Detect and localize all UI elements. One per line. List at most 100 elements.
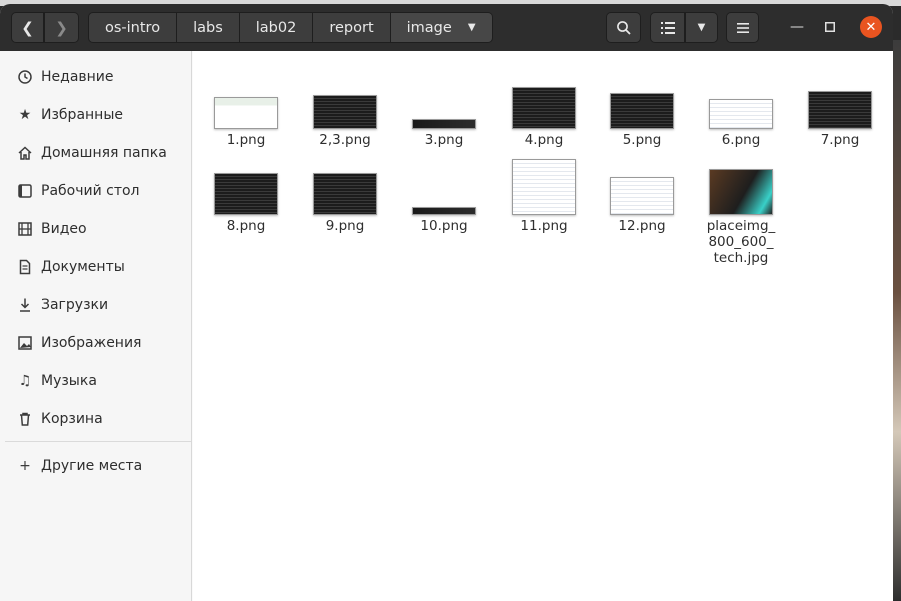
- file-name: 1.png: [226, 132, 266, 148]
- chevron-down-icon: ▼: [467, 22, 476, 33]
- image-thumbnail: [512, 159, 576, 215]
- sidebar-item-label: Рабочий стол: [41, 183, 140, 199]
- sidebar: Недавние ★ Избранные Домашняя папка Рабо…: [0, 51, 192, 601]
- crumb-label: os-intro: [105, 19, 161, 36]
- file-item[interactable]: placeimg_ 800_600_ tech.jpg: [695, 157, 787, 266]
- file-item[interactable]: 9.png: [299, 157, 391, 234]
- main-menu-button[interactable]: [726, 12, 759, 43]
- file-name: placeimg_ 800_600_ tech.jpg: [706, 218, 776, 266]
- chevron-right-icon: ❯: [55, 18, 68, 37]
- sidebar-item-label: Избранные: [41, 107, 123, 123]
- image-thumbnail: [313, 173, 377, 215]
- breadcrumb: os-intro labs lab02 report image ▼: [88, 12, 493, 43]
- sidebar-item-label: Домашняя папка: [41, 145, 167, 161]
- file-name: 10.png: [420, 218, 468, 234]
- image-thumbnail: [709, 169, 773, 215]
- crumb-image[interactable]: image ▼: [390, 12, 493, 43]
- sidebar-item-label: Музыка: [41, 373, 97, 389]
- document-icon: [17, 259, 33, 275]
- minimize-icon: —: [790, 19, 804, 35]
- sidebar-divider: [5, 441, 191, 442]
- file-item[interactable]: 12.png: [596, 157, 688, 234]
- sidebar-item-label: Корзина: [41, 411, 103, 427]
- close-button[interactable]: ✕: [860, 16, 882, 38]
- home-icon: [17, 145, 33, 161]
- file-item[interactable]: 5.png: [596, 71, 688, 148]
- sidebar-item-label: Видео: [41, 221, 87, 237]
- sidebar-item-label: Другие места: [41, 458, 143, 474]
- file-item[interactable]: 6.png: [695, 71, 787, 148]
- file-item[interactable]: 4.png: [498, 71, 590, 148]
- chevron-left-icon: ❮: [21, 18, 34, 37]
- image-thumbnail: [412, 207, 476, 215]
- file-item[interactable]: 7.png: [794, 71, 886, 148]
- sidebar-item-label: Загрузки: [41, 297, 109, 313]
- sidebar-item-label: Недавние: [41, 69, 114, 85]
- file-manager-window: ❮ ❯ os-intro labs lab02 report image ▼ ▼…: [0, 4, 893, 601]
- sidebar-item-other-locations[interactable]: + Другие места: [0, 449, 192, 483]
- crumb-label: labs: [193, 19, 223, 36]
- image-thumbnail: [610, 177, 674, 215]
- file-name: 6.png: [721, 132, 761, 148]
- sidebar-item-starred[interactable]: ★ Избранные: [0, 98, 192, 132]
- chevron-down-icon: ▼: [697, 22, 706, 33]
- sidebar-item-downloads[interactable]: Загрузки: [0, 288, 192, 322]
- sidebar-item-recent[interactable]: Недавние: [0, 60, 192, 94]
- image-thumbnail: [512, 87, 576, 129]
- list-view-icon: [660, 21, 675, 34]
- clock-icon: [17, 69, 33, 85]
- file-name: 4.png: [524, 132, 564, 148]
- sidebar-item-label: Документы: [41, 259, 125, 275]
- forward-button[interactable]: ❯: [44, 12, 79, 43]
- sidebar-item-documents[interactable]: Документы: [0, 250, 192, 284]
- view-options-button[interactable]: ▼: [685, 12, 718, 43]
- file-name: 11.png: [520, 218, 568, 234]
- sidebar-item-home[interactable]: Домашняя папка: [0, 136, 192, 170]
- image-thumbnail: [808, 91, 872, 129]
- crumb-label: lab02: [255, 19, 297, 36]
- close-icon: ✕: [865, 19, 877, 35]
- image-thumbnail: [412, 119, 476, 129]
- file-item[interactable]: 8.png: [200, 157, 292, 234]
- crumb-report[interactable]: report: [313, 12, 391, 43]
- sidebar-item-desktop[interactable]: Рабочий стол: [0, 174, 192, 208]
- file-name: 12.png: [618, 218, 666, 234]
- image-thumbnail: [313, 95, 377, 129]
- crumb-label: report: [329, 19, 374, 36]
- view-toggle-button[interactable]: [650, 12, 685, 43]
- music-icon: ♫: [18, 373, 32, 389]
- crumb-label: image: [406, 19, 452, 36]
- sidebar-item-label: Изображения: [41, 335, 142, 351]
- sidebar-item-trash[interactable]: Корзина: [0, 402, 192, 436]
- crumb-lab02[interactable]: lab02: [239, 12, 314, 43]
- file-item[interactable]: 2,3.png: [299, 71, 391, 148]
- sidebar-item-music[interactable]: ♫ Музыка: [0, 364, 192, 398]
- file-item[interactable]: 1.png: [200, 71, 292, 148]
- file-name: 8.png: [226, 218, 266, 234]
- image-thumbnail: [214, 173, 278, 215]
- download-icon: [17, 297, 33, 313]
- image-icon: [17, 335, 33, 351]
- maximize-button[interactable]: [819, 16, 841, 38]
- file-name: 7.png: [820, 132, 860, 148]
- image-thumbnail: [610, 93, 674, 129]
- back-button[interactable]: ❮: [11, 12, 44, 43]
- file-item[interactable]: 3.png: [398, 71, 490, 148]
- trash-icon: [17, 411, 33, 427]
- desktop-icon: [17, 183, 33, 199]
- crumb-labs[interactable]: labs: [177, 12, 240, 43]
- sidebar-item-pictures[interactable]: Изображения: [0, 326, 192, 360]
- hamburger-menu-icon: [736, 22, 749, 33]
- search-button[interactable]: [606, 12, 641, 43]
- minimize-button[interactable]: —: [786, 16, 808, 38]
- file-name: 5.png: [622, 132, 662, 148]
- file-item[interactable]: 11.png: [498, 157, 590, 234]
- image-thumbnail: [214, 97, 278, 129]
- header-bar: ❮ ❯ os-intro labs lab02 report image ▼ ▼…: [0, 4, 893, 51]
- file-item[interactable]: 10.png: [398, 157, 490, 234]
- search-icon: [616, 20, 631, 35]
- sidebar-item-videos[interactable]: Видео: [0, 212, 192, 246]
- plus-icon: +: [19, 458, 31, 474]
- crumb-os-intro[interactable]: os-intro: [88, 12, 178, 43]
- image-thumbnail: [709, 99, 773, 129]
